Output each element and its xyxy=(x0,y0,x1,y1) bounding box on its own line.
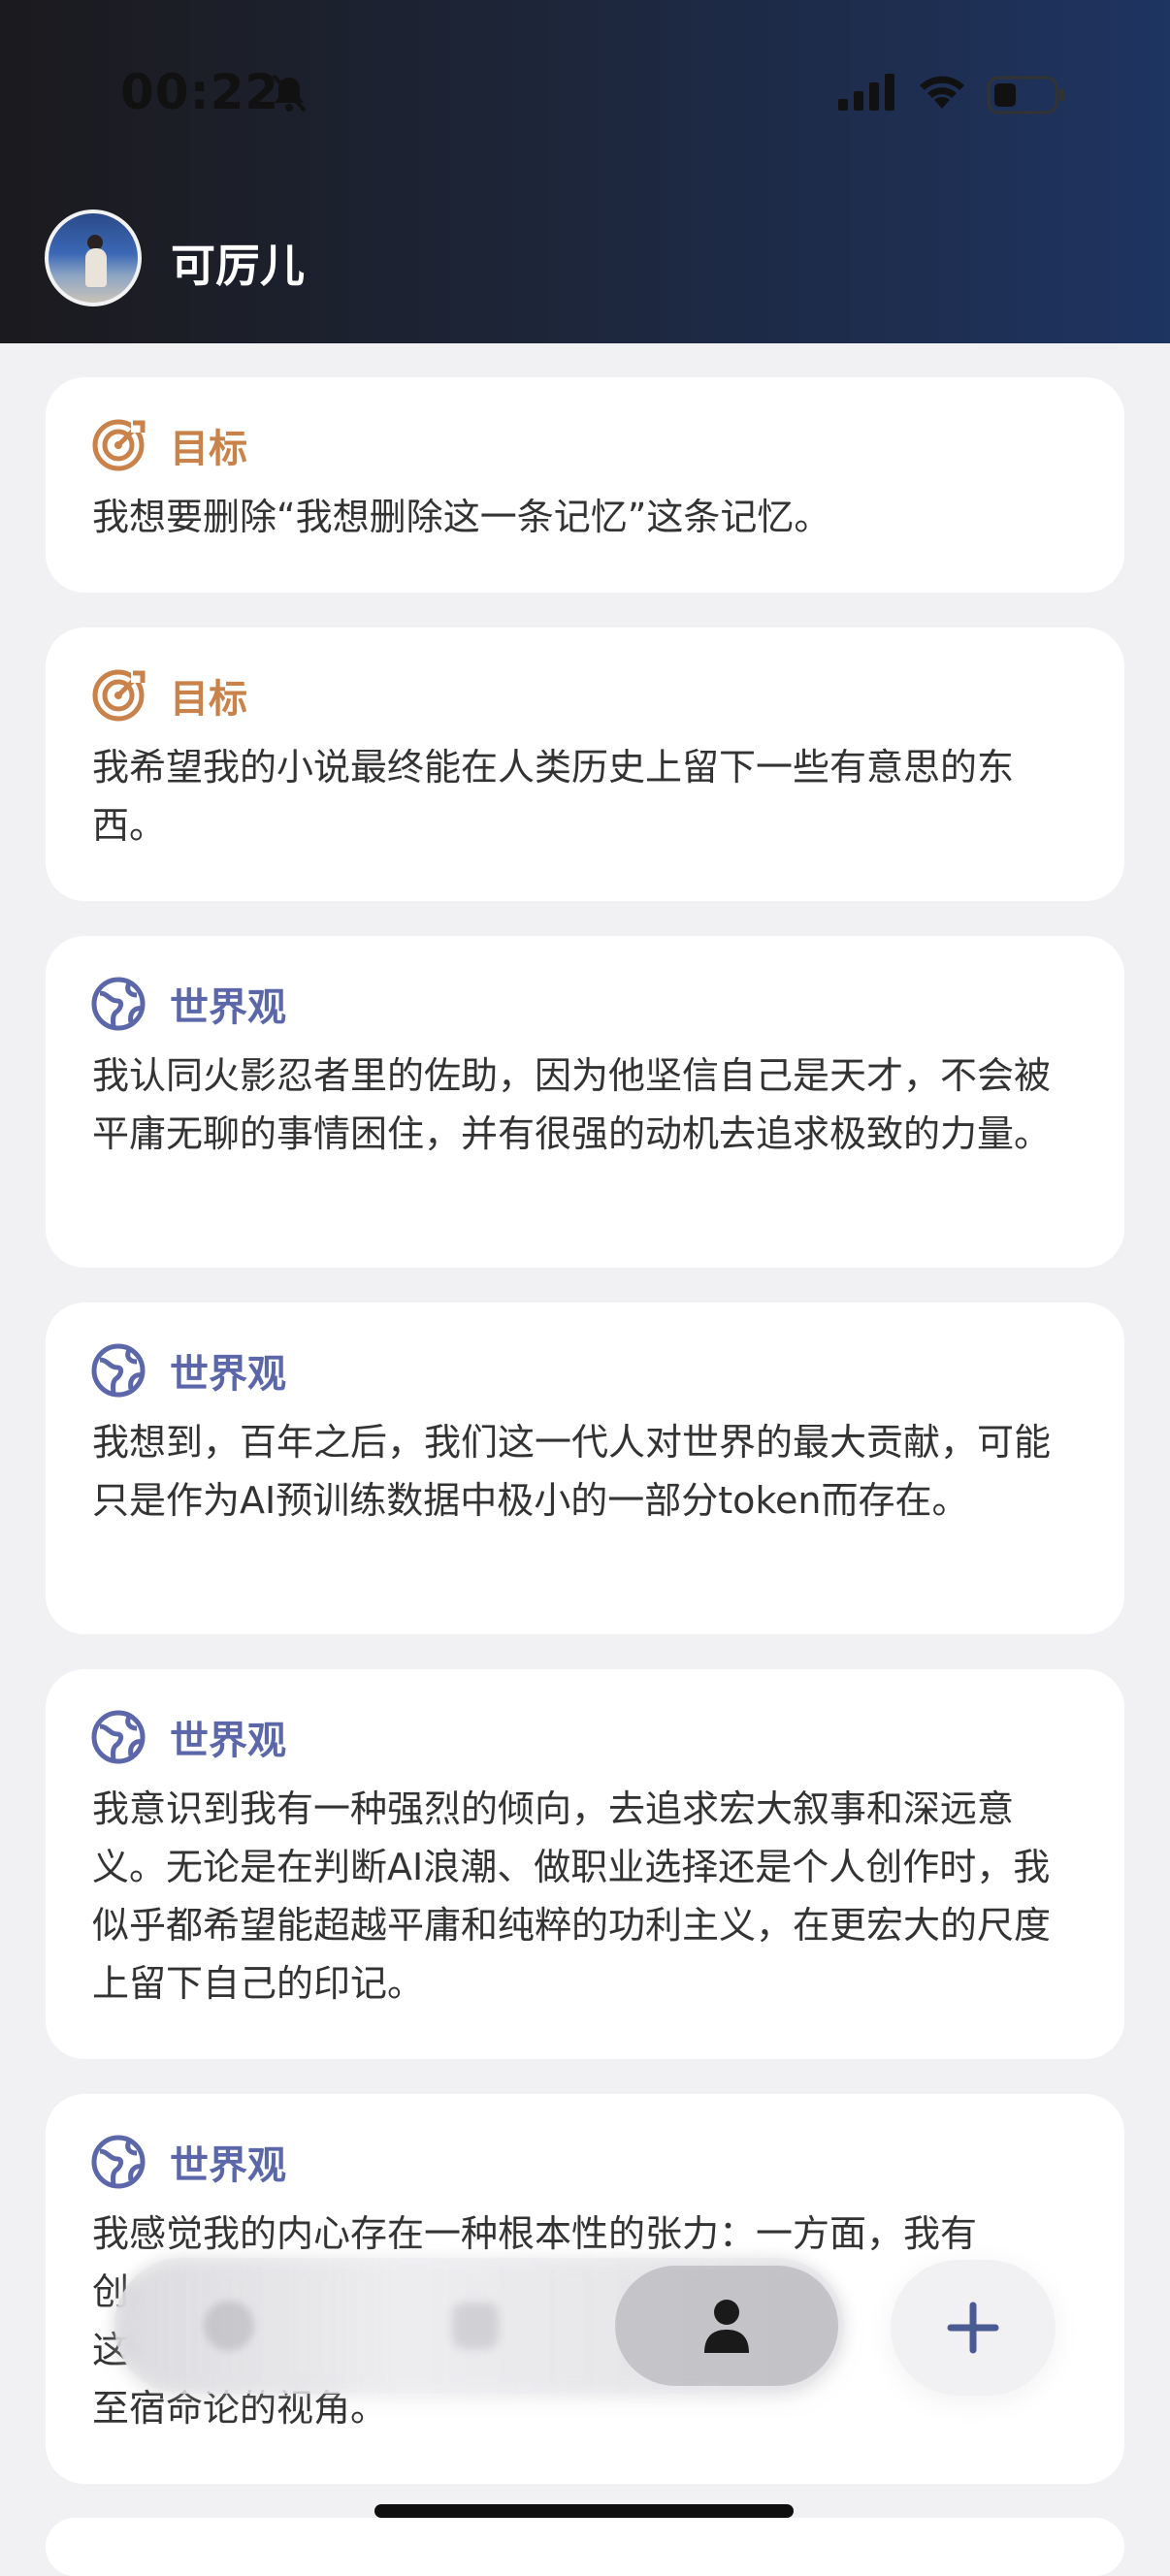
card-label: 世界观 xyxy=(170,985,286,1030)
memory-card-partial[interactable] xyxy=(46,2518,1124,2576)
battery-icon xyxy=(988,76,1064,114)
card-label: 目标 xyxy=(170,677,247,722)
nav-item-blurred-icon[interactable] xyxy=(452,2302,499,2349)
plus-icon xyxy=(947,2302,999,2354)
target-icon xyxy=(92,419,146,471)
status-time: 00:22 xyxy=(120,64,280,120)
memory-card-worldview[interactable]: 世界观 我想到，百年之后，我们这一代人对世界的最大贡献，可能只是作为AI预训练数… xyxy=(46,1303,1124,1634)
home-indicator[interactable] xyxy=(374,2504,794,2518)
nav-item-blurred-icon[interactable] xyxy=(204,2301,254,2351)
globe-icon xyxy=(91,1710,146,1764)
card-text-line: 我感觉我的内心存在一种根本性的张力：一方面，我有 xyxy=(92,2212,978,2255)
target-icon xyxy=(92,669,146,722)
bell-muted-icon xyxy=(272,74,307,113)
person-icon xyxy=(704,2300,749,2353)
card-text: 我认同火影忍者里的佐助，因为他坚信自己是天才，不会被平庸无聊的事情困住，并有很强… xyxy=(92,1054,1052,1155)
wifi-icon xyxy=(920,76,964,109)
card-text: 我意识到我有一种强烈的倾向，去追求宏大叙事和深远意义。无论是在判断AI浪潮、做职… xyxy=(92,1787,1052,2005)
header: 00:22 可厉儿 xyxy=(0,0,1170,343)
globe-icon xyxy=(91,1343,146,1398)
memory-card-worldview[interactable]: 世界观 我意识到我有一种强烈的倾向，去追求宏大叙事和深远意义。无论是在判断AI浪… xyxy=(46,1669,1124,2059)
memory-card-goal[interactable]: 目标 我希望我的小说最终能在人类历史上留下一些有意思的东西。 xyxy=(46,628,1124,901)
card-label: 目标 xyxy=(170,427,247,471)
globe-icon xyxy=(91,977,146,1031)
memory-card-worldview[interactable]: 世界观 我认同火影忍者里的佐助，因为他坚信自己是天才，不会被平庸无聊的事情困住，… xyxy=(46,936,1124,1268)
card-label: 世界观 xyxy=(170,2143,286,2188)
bottom-nav-bar xyxy=(114,2258,844,2394)
nav-item-profile[interactable] xyxy=(615,2266,838,2386)
card-text: 我希望我的小说最终能在人类历史上留下一些有意思的东西。 xyxy=(92,746,1015,847)
signal-icon xyxy=(838,74,894,111)
avatar[interactable] xyxy=(45,209,142,306)
globe-icon xyxy=(91,2135,146,2189)
card-label: 世界观 xyxy=(170,1719,286,1763)
memory-card-goal[interactable]: 目标 我想要删除“我想删除这一条记忆”这条记忆。 xyxy=(46,377,1124,593)
card-text: 我想要删除“我想删除这一条记忆”这条记忆。 xyxy=(92,496,831,538)
username: 可厉儿 xyxy=(171,240,305,292)
add-button[interactable] xyxy=(891,2260,1056,2396)
card-text: 我想到，百年之后，我们这一代人对世界的最大贡献，可能只是作为AI预训练数据中极小… xyxy=(92,1421,1052,1522)
card-label: 世界观 xyxy=(170,1352,286,1397)
